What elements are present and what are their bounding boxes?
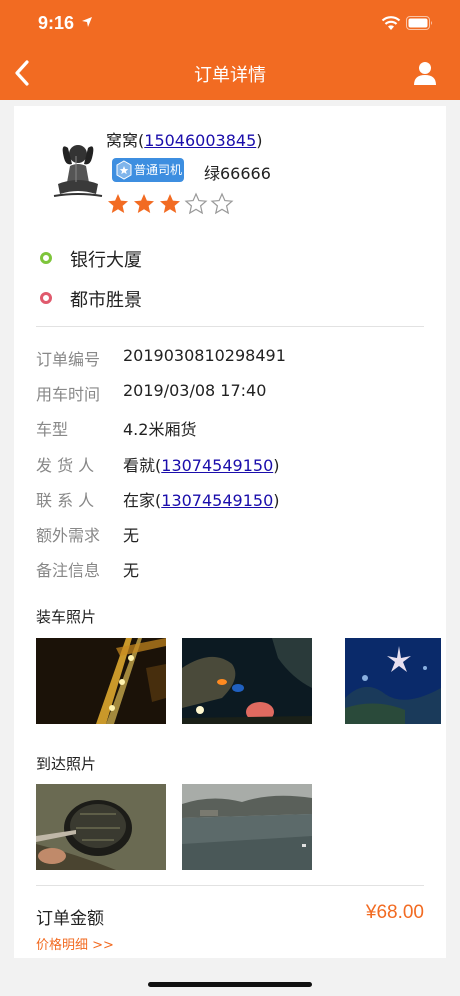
star-filled-icon	[108, 194, 128, 213]
wifi-icon	[381, 16, 401, 30]
extra-needs-label: 额外需求	[36, 526, 101, 545]
status-time: 9:16	[38, 13, 75, 33]
license-plate: 绿66666	[204, 164, 271, 183]
order-detail-card: 窝窝(15046003845) 普通司机 绿66666 银行大厦 都市胜景 订单…	[14, 106, 446, 958]
star-filled-icon	[134, 194, 154, 213]
star-filled-icon	[160, 194, 180, 213]
driver-phone-link[interactable]: 15046003845	[144, 131, 256, 150]
badge-star-icon	[116, 160, 132, 180]
arrival-photo-1[interactable]	[36, 784, 166, 870]
vehicle-type-value: 4.2米厢货	[123, 420, 197, 439]
badge-label: 普通司机	[134, 163, 183, 177]
remarks-value: 无	[123, 561, 140, 580]
shipper-name: 看就	[123, 456, 156, 475]
remarks-label: 备注信息	[36, 561, 101, 580]
contact-label: 联 系 人	[36, 491, 95, 510]
order-number-value: 2019030810298491	[123, 346, 286, 365]
star-empty-icon	[210, 192, 234, 215]
contact-name: 在家	[123, 491, 156, 510]
arrival-photos-title: 到达照片	[36, 755, 97, 773]
end-dot-icon	[40, 292, 52, 304]
arrival-photo-2[interactable]	[182, 784, 312, 870]
shipper-label: 发 货 人	[36, 456, 95, 475]
star-empty-icon	[184, 192, 208, 215]
loading-photo-3[interactable]	[328, 638, 458, 724]
loading-photo-1[interactable]	[36, 638, 166, 724]
driver-avatar	[46, 136, 110, 208]
chevron-left-icon[interactable]	[10, 58, 34, 88]
driver-name: 窝窝(15046003845)	[106, 131, 263, 150]
loading-photos-title: 装车照片	[36, 608, 97, 626]
loading-photo-2[interactable]	[182, 638, 312, 724]
contact-value: 在家(13074549150)	[123, 491, 280, 510]
location-arrow-icon	[82, 17, 92, 27]
battery-icon	[406, 16, 432, 30]
divider	[36, 326, 424, 327]
status-bar: 9:16	[0, 0, 460, 46]
route-start-text: 银行大厦	[70, 250, 142, 271]
driver-type-badge: 普通司机	[112, 158, 184, 182]
use-time-label: 用车时间	[36, 385, 101, 404]
driver-rating	[106, 192, 236, 216]
order-number-label: 订单编号	[36, 350, 101, 369]
driver-name-text: 窝窝	[106, 131, 139, 150]
use-time-value: 2019/03/08 17:40	[123, 381, 267, 400]
vehicle-type-label: 车型	[36, 420, 69, 439]
shipper-phone-link[interactable]: 13074549150	[161, 456, 273, 475]
shipper-value: 看就(13074549150)	[123, 456, 280, 475]
navbar: 订单详情	[0, 46, 460, 100]
user-icon[interactable]	[412, 60, 438, 86]
route-end-text: 都市胜景	[70, 290, 142, 311]
page-title: 订单详情	[194, 65, 266, 86]
home-indicator	[148, 982, 312, 987]
price-detail-link[interactable]: 价格明细 >>	[36, 934, 114, 953]
extra-needs-value: 无	[123, 526, 140, 545]
order-amount-label: 订单金额	[36, 909, 104, 929]
order-amount-value: ¥68.00	[365, 902, 424, 923]
divider	[36, 885, 424, 886]
contact-phone-link[interactable]: 13074549150	[161, 491, 273, 510]
start-dot-icon	[40, 252, 52, 264]
